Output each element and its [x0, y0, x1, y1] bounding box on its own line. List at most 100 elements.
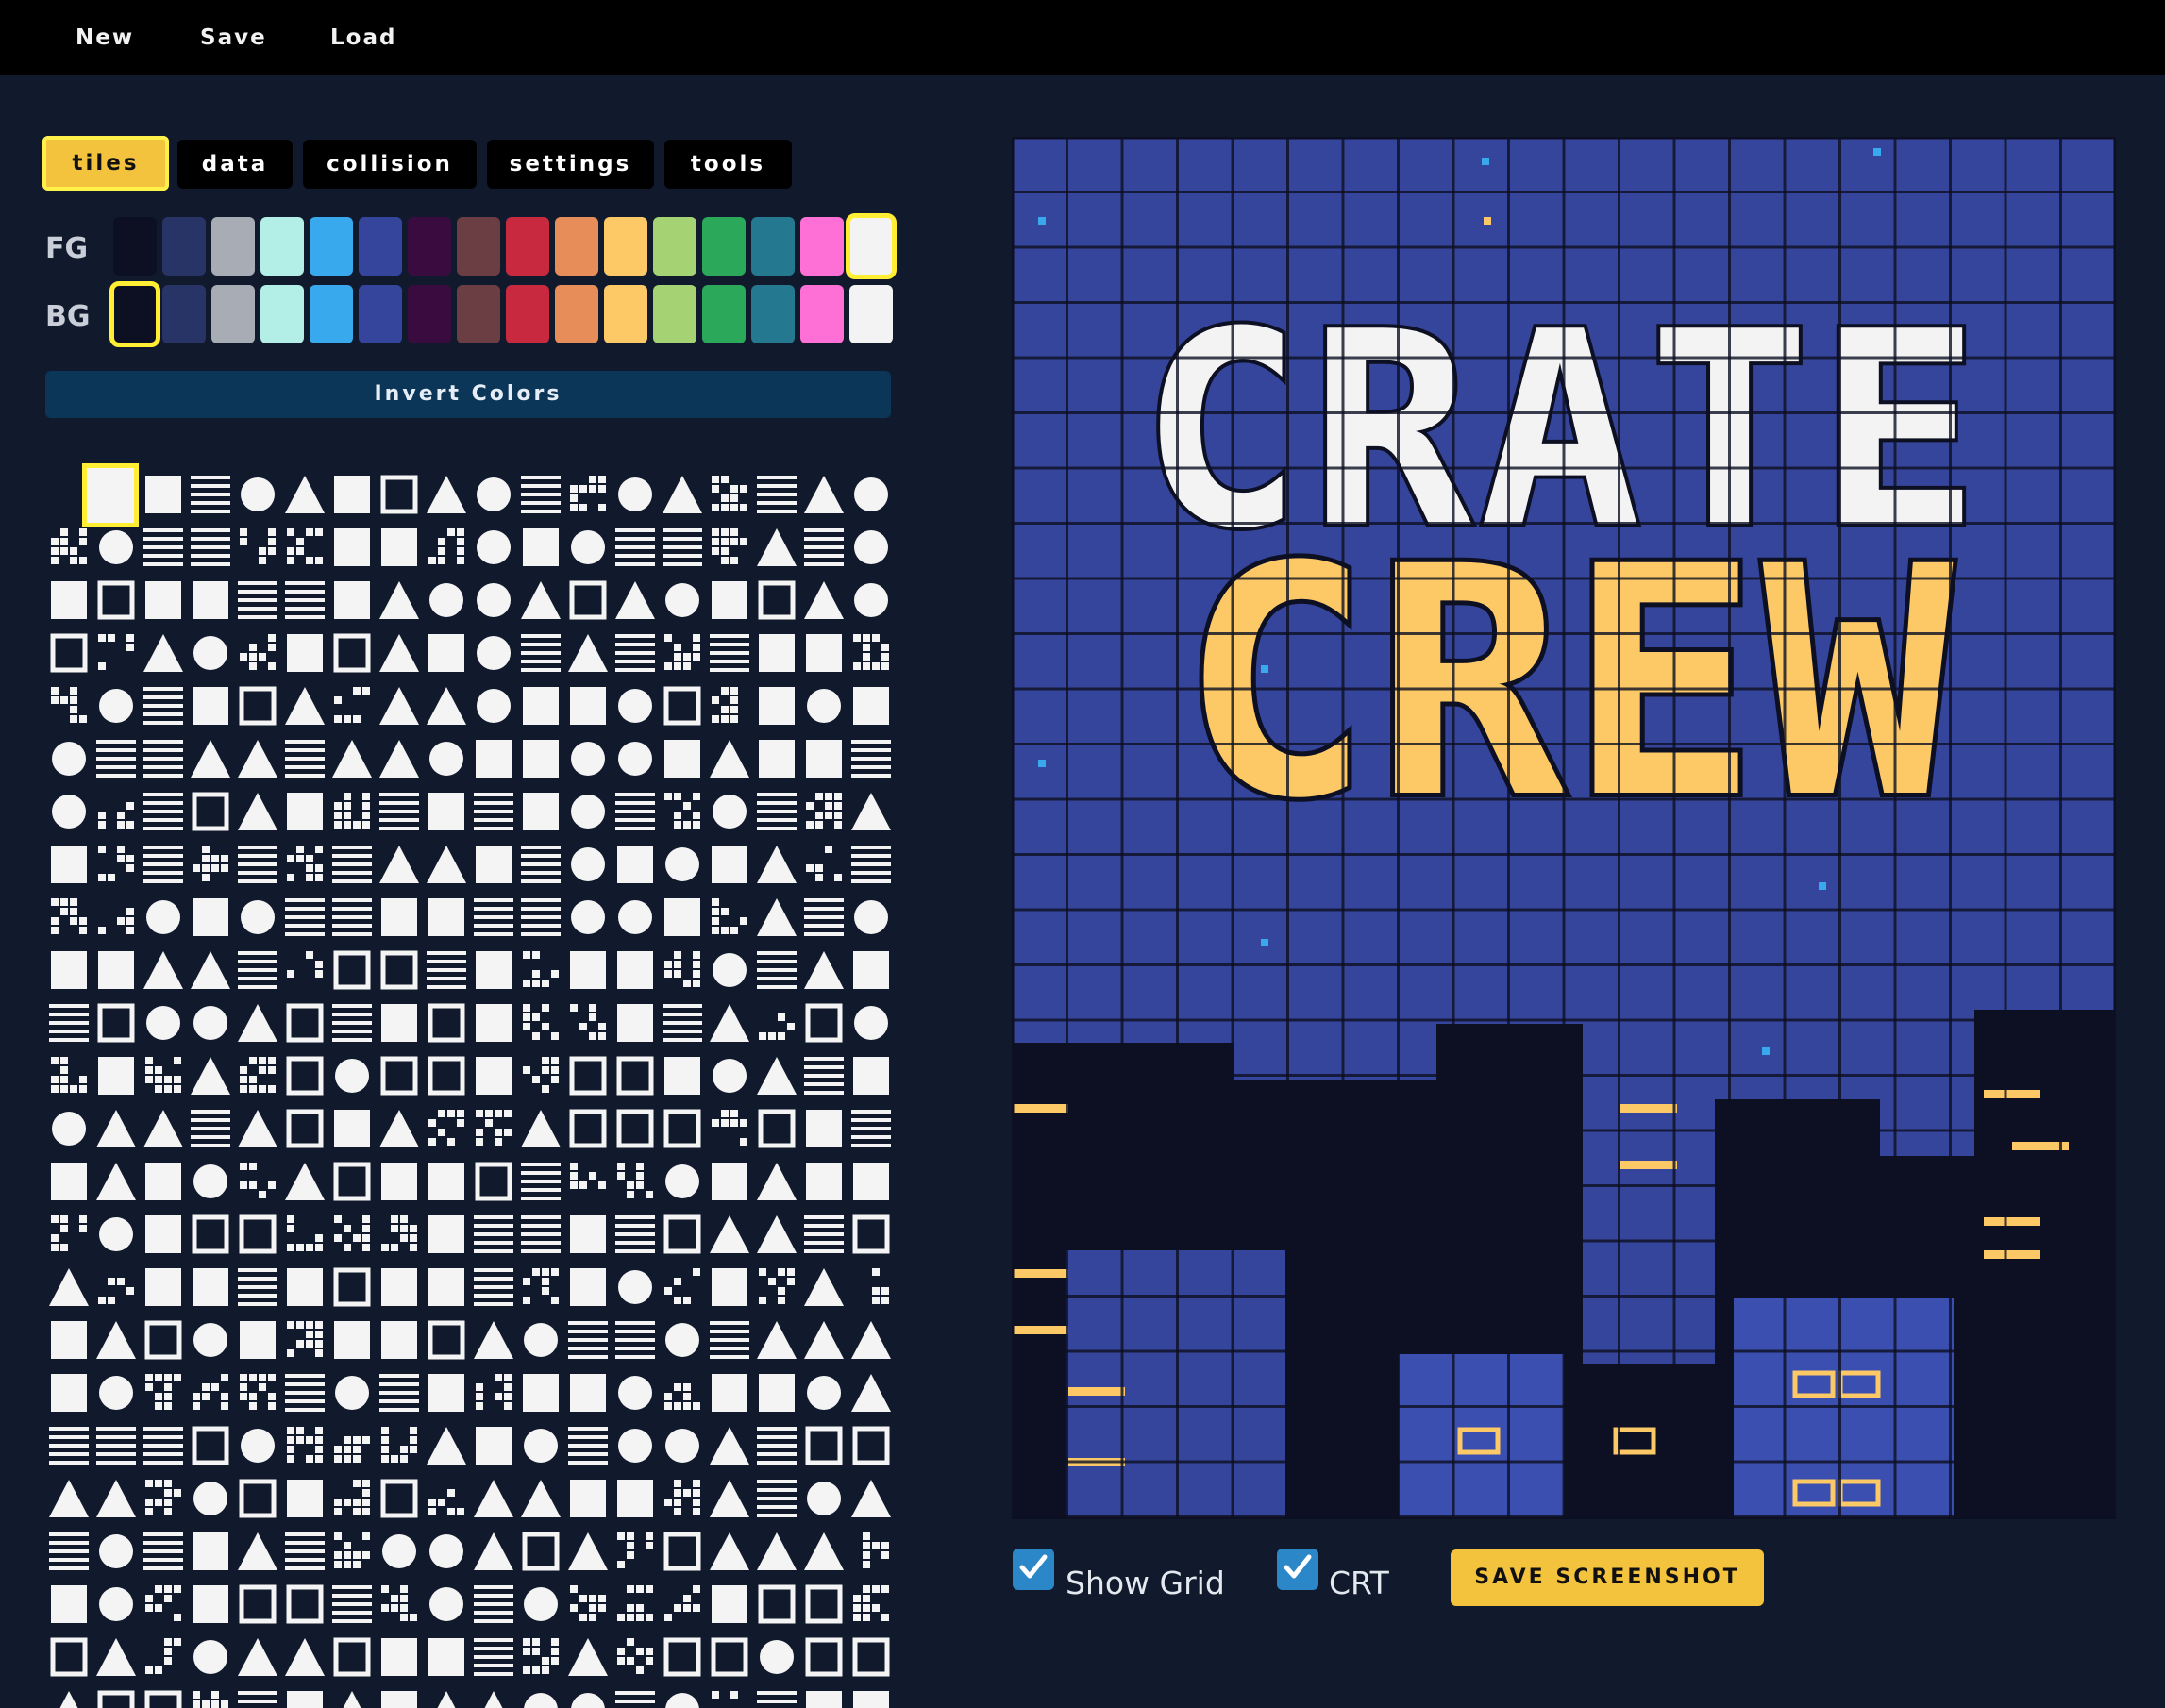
- tile-glyph[interactable]: [521, 898, 561, 936]
- tile-glyph[interactable]: [615, 1691, 655, 1708]
- tile-glyph[interactable]: [50, 1637, 88, 1677]
- tile-glyph[interactable]: [99, 1587, 133, 1621]
- tile-glyph[interactable]: [143, 846, 183, 883]
- tile-glyph[interactable]: [428, 1638, 464, 1676]
- tile-glyph[interactable]: [477, 636, 511, 670]
- tile-glyph[interactable]: [428, 1003, 465, 1043]
- tile-glyph[interactable]: [713, 795, 747, 829]
- tile-glyph[interactable]: [663, 1109, 701, 1148]
- tile-glyph[interactable]: [757, 1532, 797, 1570]
- tile-glyph[interactable]: [193, 1691, 228, 1708]
- tile-glyph[interactable]: [571, 847, 605, 881]
- tile-glyph[interactable]: [51, 1057, 87, 1093]
- tile-glyph[interactable]: [286, 1584, 324, 1624]
- tile-glyph[interactable]: [521, 846, 561, 883]
- tile-glyph[interactable]: [98, 846, 134, 881]
- fg-swatch-2[interactable]: [211, 217, 255, 276]
- tile-glyph[interactable]: [240, 634, 276, 670]
- tile-glyph[interactable]: [49, 1691, 89, 1708]
- tile-glyph[interactable]: [854, 583, 888, 617]
- tile-glyph[interactable]: [238, 740, 277, 778]
- tile-glyph[interactable]: [615, 634, 655, 672]
- tile-glyph[interactable]: [241, 1429, 275, 1463]
- tile-glyph[interactable]: [852, 1637, 890, 1677]
- tile-glyph[interactable]: [99, 1217, 133, 1251]
- tile-glyph[interactable]: [333, 1637, 371, 1677]
- tile-glyph[interactable]: [238, 1638, 277, 1676]
- tile-glyph[interactable]: [145, 1374, 181, 1410]
- tile-glyph[interactable]: [143, 1110, 183, 1147]
- tile-glyph[interactable]: [52, 795, 86, 829]
- tile-glyph[interactable]: [571, 742, 605, 776]
- tile-glyph[interactable]: [710, 1427, 749, 1465]
- fg-swatch-11[interactable]: [653, 217, 696, 276]
- tile-glyph[interactable]: [474, 793, 513, 830]
- tile-glyph[interactable]: [191, 1110, 230, 1147]
- tile-glyph[interactable]: [333, 633, 371, 673]
- tile-glyph[interactable]: [568, 1638, 608, 1676]
- tile-glyph[interactable]: [712, 846, 747, 883]
- fg-swatch-9[interactable]: [555, 217, 598, 276]
- tile-glyph[interactable]: [238, 793, 277, 830]
- tile-glyph[interactable]: [379, 846, 419, 883]
- tile-glyph[interactable]: [615, 1321, 655, 1359]
- tile-glyph[interactable]: [143, 793, 183, 830]
- tile-glyph[interactable]: [191, 476, 230, 513]
- tile-glyph[interactable]: [854, 530, 888, 564]
- tile-glyph[interactable]: [665, 1164, 699, 1198]
- tile-glyph[interactable]: [851, 1374, 891, 1412]
- bg-swatch-9[interactable]: [555, 285, 598, 343]
- tile-glyph[interactable]: [712, 1585, 747, 1623]
- tile-glyph[interactable]: [143, 951, 183, 989]
- tile-glyph[interactable]: [521, 476, 561, 513]
- tile-glyph[interactable]: [618, 1429, 652, 1463]
- tile-glyph[interactable]: [760, 1640, 794, 1674]
- tile-glyph[interactable]: [98, 1278, 134, 1304]
- tile-glyph[interactable]: [428, 1374, 464, 1412]
- tile-glyph[interactable]: [146, 900, 180, 934]
- tile-glyph[interactable]: [807, 1376, 841, 1410]
- tileset-picker[interactable]: [45, 468, 895, 1708]
- tile-glyph[interactable]: [238, 581, 277, 619]
- tile-glyph[interactable]: [193, 687, 228, 725]
- tile-glyph[interactable]: [143, 528, 183, 566]
- tile-glyph[interactable]: [710, 1004, 749, 1042]
- tile-glyph[interactable]: [143, 634, 183, 672]
- tile-glyph[interactable]: [712, 1268, 747, 1306]
- tile-glyph[interactable]: [663, 1532, 701, 1571]
- tile-glyph[interactable]: [805, 1637, 843, 1677]
- tile-glyph[interactable]: [758, 1584, 796, 1624]
- tile-glyph[interactable]: [474, 1585, 513, 1623]
- tile-glyph[interactable]: [334, 793, 370, 829]
- fg-swatch-0[interactable]: [113, 217, 157, 276]
- tile-glyph[interactable]: [804, 1268, 844, 1306]
- fg-swatch-10[interactable]: [604, 217, 647, 276]
- tile-glyph[interactable]: [240, 1374, 276, 1410]
- tile-glyph[interactable]: [872, 1268, 889, 1304]
- tile-glyph[interactable]: [51, 1215, 87, 1251]
- tile-glyph[interactable]: [757, 1215, 797, 1253]
- tile-glyph[interactable]: [710, 1321, 749, 1359]
- tile-glyph[interactable]: [568, 1427, 608, 1465]
- tile-glyph[interactable]: [287, 951, 323, 978]
- tile-glyph[interactable]: [851, 1321, 891, 1359]
- tile-glyph[interactable]: [427, 687, 466, 725]
- tile-glyph[interactable]: [428, 528, 464, 564]
- tile-glyph[interactable]: [51, 528, 87, 564]
- tile-glyph[interactable]: [381, 898, 417, 936]
- tile-glyph[interactable]: [617, 1163, 653, 1198]
- tile-glyph[interactable]: [854, 1006, 888, 1040]
- tile-glyph[interactable]: [521, 634, 561, 672]
- tile-glyph[interactable]: [381, 1691, 417, 1708]
- tile-glyph[interactable]: [476, 1110, 512, 1146]
- tile-glyph[interactable]: [757, 793, 797, 830]
- tile-glyph[interactable]: [429, 583, 463, 617]
- tile-glyph[interactable]: [287, 634, 323, 672]
- tile-glyph[interactable]: [334, 581, 370, 619]
- tile-glyph[interactable]: [96, 1110, 136, 1147]
- tab-collision[interactable]: collision: [303, 140, 477, 189]
- tile-glyph[interactable]: [758, 1109, 796, 1148]
- tile-glyph[interactable]: [429, 742, 463, 776]
- tile-glyph[interactable]: [851, 1480, 891, 1517]
- tile-glyph[interactable]: [617, 1532, 653, 1568]
